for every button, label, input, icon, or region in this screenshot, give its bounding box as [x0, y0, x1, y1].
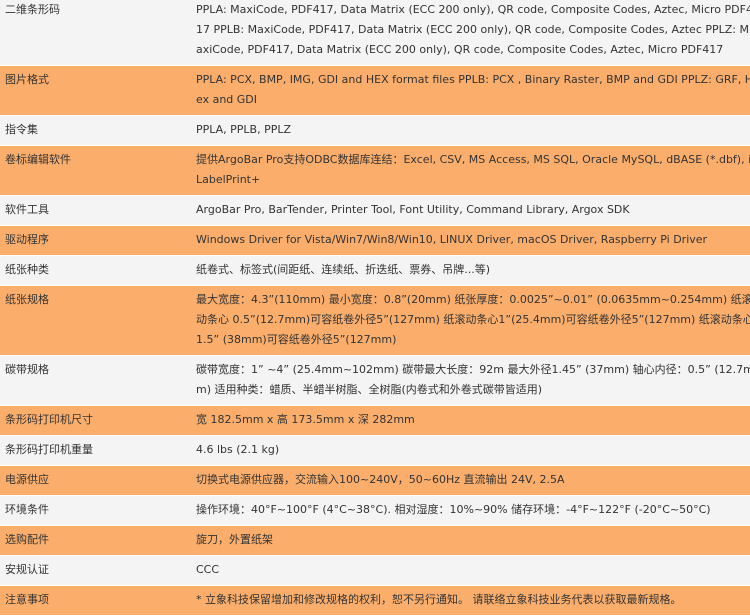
table-row: 图片格式 PPLA: PCX, BMP, IMG, GDI and HEX fo…: [0, 65, 750, 116]
table-row: 驱动程序 Windows Driver for Vista/Win7/Win8/…: [0, 225, 750, 256]
row-label: 选购配件: [0, 525, 184, 556]
table-row: 指令集 PPLA, PPLB, PPLZ: [0, 115, 750, 146]
row-value: 提供ArgoBar Pro支持ODBC数据库连结：Excel, CSV, MS …: [184, 145, 750, 196]
row-label: 驱动程序: [0, 225, 184, 256]
row-label: 二维条形码: [0, 0, 184, 66]
row-label: 纸张种类: [0, 255, 184, 286]
row-value: PPLA: MaxiCode, PDF417, Data Matrix (ECC…: [184, 0, 750, 66]
row-label: 指令集: [0, 115, 184, 146]
row-label: 卷标编辑软件: [0, 145, 184, 196]
table-row: 环境条件 操作环境：40°F~100°F (4°C~38°C). 相对湿度：10…: [0, 495, 750, 526]
row-label: 条形码打印机重量: [0, 435, 184, 466]
row-value: 切换式电源供应器，交流输入100~240V，50~60Hz 直流输出 24V, …: [184, 465, 750, 496]
row-value: CCC: [184, 555, 750, 586]
row-label: 条形码打印机尺寸: [0, 405, 184, 436]
row-value: 宽 182.5mm x 高 173.5mm x 深 282mm: [184, 405, 750, 436]
row-value: Windows Driver for Vista/Win7/Win8/Win10…: [184, 225, 750, 256]
row-label: 软件工具: [0, 195, 184, 226]
row-label: 电源供应: [0, 465, 184, 496]
table-row: 条形码打印机尺寸 宽 182.5mm x 高 173.5mm x 深 282mm: [0, 405, 750, 436]
table-row: 软件工具 ArgoBar Pro, BarTender, Printer Too…: [0, 195, 750, 226]
table-row: 纸张规格 最大宽度：4.3”(110mm) 最小宽度：0.8”(20mm) 纸张…: [0, 285, 750, 356]
table-row: 条形码打印机重量 4.6 lbs (2.1 kg): [0, 435, 750, 466]
row-label: 碳带规格: [0, 355, 184, 406]
table-row: 二维条形码 PPLA: MaxiCode, PDF417, Data Matri…: [0, 0, 750, 66]
table-row: 注意事项 * 立象科技保留增加和修改规格的权利，恕不另行通知。 请联络立象科技业…: [0, 585, 750, 616]
row-label: 安规认证: [0, 555, 184, 586]
row-value: * 立象科技保留增加和修改规格的权利，恕不另行通知。 请联络立象科技业务代表以获…: [184, 585, 750, 616]
table-row: 选购配件 旋刀，外置纸架: [0, 525, 750, 556]
spec-table: 二维条形码 PPLA: MaxiCode, PDF417, Data Matri…: [0, 0, 750, 616]
row-value: PPLA, PPLB, PPLZ: [184, 115, 750, 146]
row-value: 操作环境：40°F~100°F (4°C~38°C). 相对湿度：10%~90%…: [184, 495, 750, 526]
row-value: 碳带宽度：1” ~4” (25.4mm~102mm) 碳带最大长度：92m 最大…: [184, 355, 750, 406]
table-row: 安规认证 CCC: [0, 555, 750, 586]
row-label: 注意事项: [0, 585, 184, 616]
row-value: 最大宽度：4.3”(110mm) 最小宽度：0.8”(20mm) 纸张厚度：0.…: [184, 285, 750, 356]
table-row: 电源供应 切换式电源供应器，交流输入100~240V，50~60Hz 直流输出 …: [0, 465, 750, 496]
row-value: 旋刀，外置纸架: [184, 525, 750, 556]
row-label: 图片格式: [0, 65, 184, 116]
table-row: 纸张种类 纸卷式、标签式(间距纸、连续纸、折迭纸、票券、吊牌...等): [0, 255, 750, 286]
table-row: 卷标编辑软件 提供ArgoBar Pro支持ODBC数据库连结：Excel, C…: [0, 145, 750, 196]
row-label: 环境条件: [0, 495, 184, 526]
row-value: PPLA: PCX, BMP, IMG, GDI and HEX format …: [184, 65, 750, 116]
row-value: ArgoBar Pro, BarTender, Printer Tool, Fo…: [184, 195, 750, 226]
row-label: 纸张规格: [0, 285, 184, 356]
row-value: 4.6 lbs (2.1 kg): [184, 435, 750, 466]
table-row: 碳带规格 碳带宽度：1” ~4” (25.4mm~102mm) 碳带最大长度：9…: [0, 355, 750, 406]
row-value: 纸卷式、标签式(间距纸、连续纸、折迭纸、票券、吊牌...等): [184, 255, 750, 286]
